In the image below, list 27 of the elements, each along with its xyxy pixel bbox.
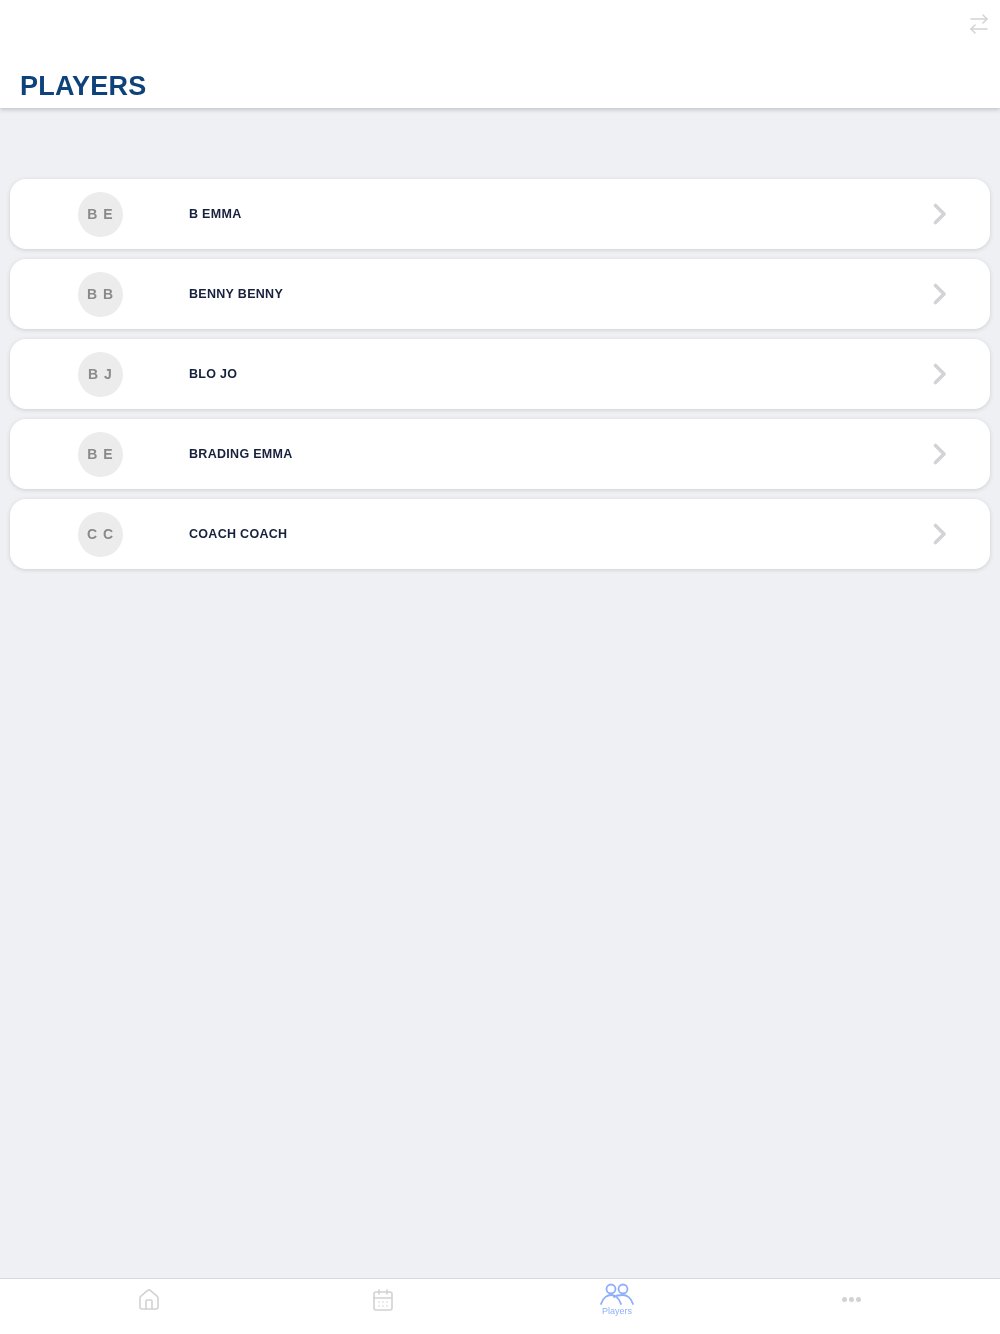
calendar-icon bbox=[371, 1288, 395, 1312]
player-name: BLO JO bbox=[189, 367, 238, 381]
avatar-initials: B J bbox=[78, 351, 123, 397]
player-name: BRADING EMMA bbox=[189, 447, 293, 461]
avatar-initials: C C bbox=[78, 511, 123, 557]
player-name: B EMMA bbox=[189, 207, 242, 221]
avatar-initials: B B bbox=[78, 271, 123, 317]
swap-button[interactable] bbox=[967, 12, 991, 36]
home-icon bbox=[137, 1288, 161, 1312]
player-card[interactable]: B J BLO JO bbox=[10, 339, 990, 409]
chevron-right-icon bbox=[933, 443, 947, 465]
more-icon bbox=[841, 1297, 861, 1302]
player-card[interactable]: B B BENNY BENNY bbox=[10, 259, 990, 329]
avatar-initials: B E bbox=[78, 431, 123, 477]
player-card[interactable]: C C COACH COACH bbox=[10, 499, 990, 569]
chevron-right-icon bbox=[933, 363, 947, 385]
avatar-initials: B E bbox=[78, 191, 123, 237]
people-icon bbox=[600, 1283, 634, 1305]
player-name: BENNY BENNY bbox=[189, 287, 284, 301]
player-name: COACH COACH bbox=[189, 527, 288, 541]
swap-arrows-icon bbox=[967, 12, 991, 36]
chevron-right-icon bbox=[933, 203, 947, 225]
player-card[interactable]: B E B EMMA bbox=[10, 179, 990, 249]
chevron-right-icon bbox=[933, 523, 947, 545]
chevron-right-icon bbox=[933, 283, 947, 305]
page-title: PLAYERS bbox=[20, 70, 147, 102]
player-card[interactable]: B E BRADING EMMA bbox=[10, 419, 990, 489]
